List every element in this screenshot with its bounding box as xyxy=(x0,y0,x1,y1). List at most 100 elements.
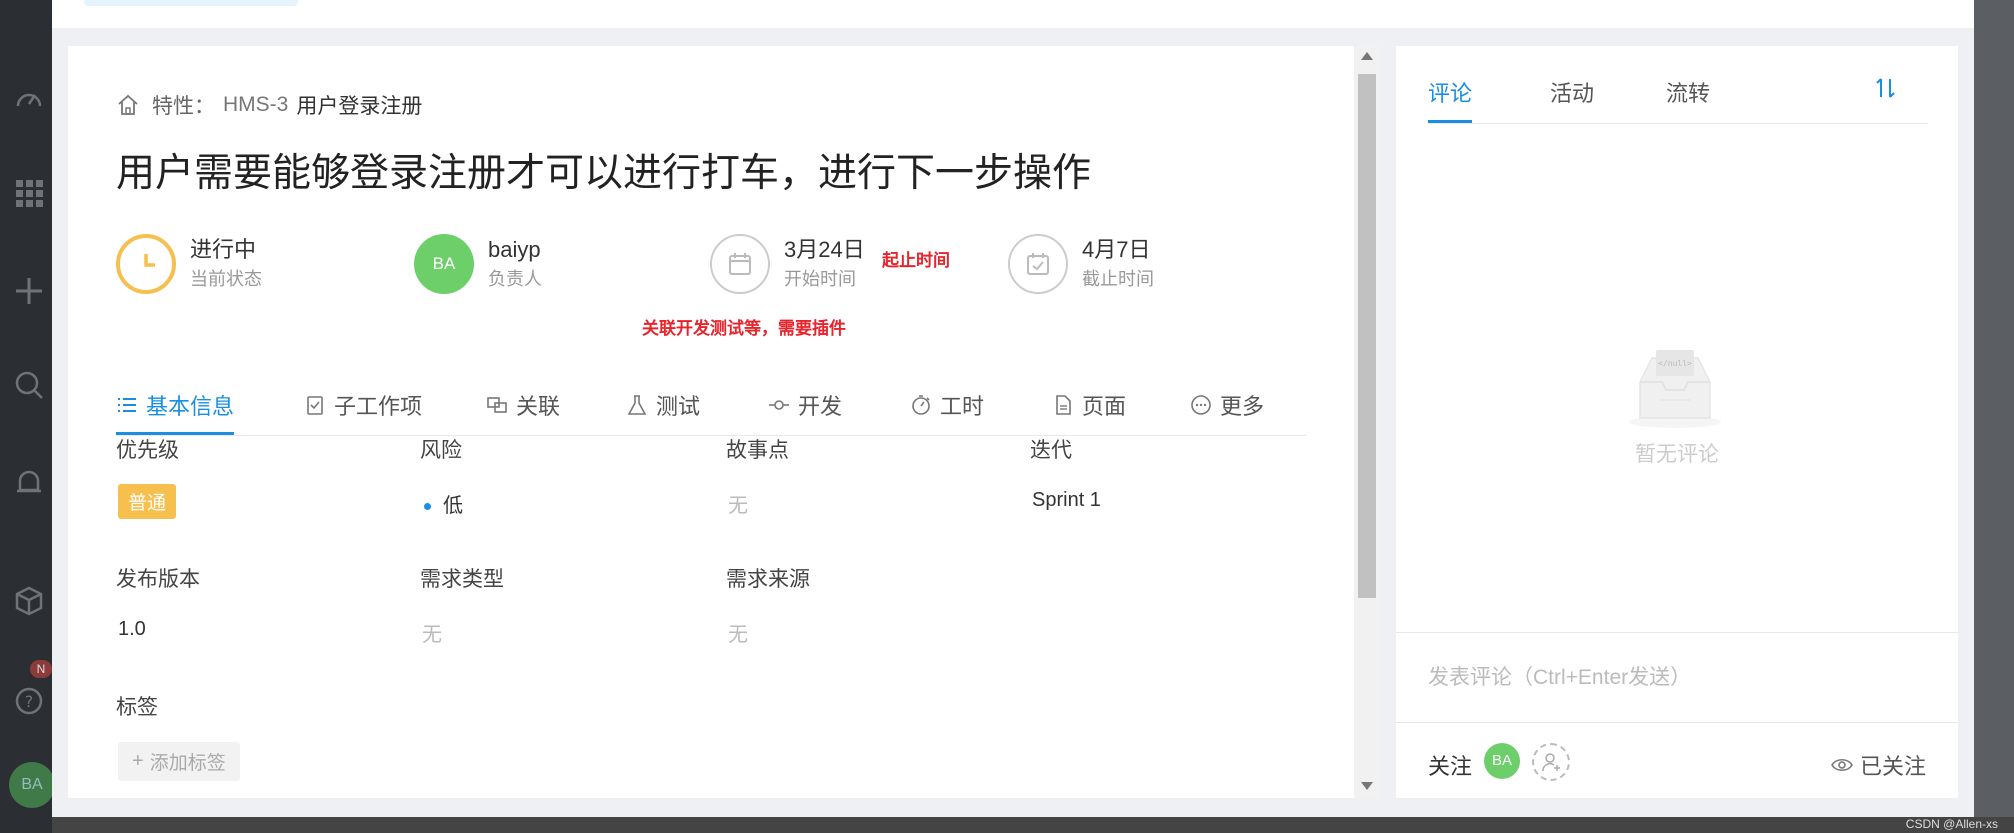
status-value: 进行中 xyxy=(190,237,257,262)
priority-tag[interactable]: 普通 xyxy=(118,484,177,519)
comment-input[interactable]: 发表评论（Ctrl+Enter发送） xyxy=(1396,632,1958,722)
detail-panel: 特性： HMS-3 用户登录注册 用户需要能够登录注册才可以进行打车，进行下一步… xyxy=(68,46,1354,798)
scroll-down-icon[interactable] xyxy=(1361,782,1373,790)
tab-label: 工时 xyxy=(940,394,985,419)
req-type-value[interactable]: 无 xyxy=(422,618,442,647)
work-item-modal: 特性： HMS-3 用户登录注册 用户需要能够登录注册才可以进行打车，进行下一步… xyxy=(52,0,1974,817)
follow-bar: 关注 BA 已关注 xyxy=(1396,722,1958,798)
add-follower-icon[interactable] xyxy=(1532,743,1570,781)
stopwatch-icon xyxy=(912,395,930,415)
end-date-meta[interactable]: 4月7日 截止时间 xyxy=(1008,232,1154,296)
more-icon xyxy=(1191,395,1211,415)
clock-icon xyxy=(116,234,176,294)
cube-icon[interactable] xyxy=(14,586,44,616)
background-sidebar: ? N BA xyxy=(0,0,55,833)
calendar-check-icon xyxy=(1008,234,1068,294)
start-date-label: 开始时间 xyxy=(784,269,856,289)
tab-more[interactable]: 更多 xyxy=(1190,388,1264,422)
flask-icon xyxy=(627,395,647,415)
followed-label: 已关注 xyxy=(1859,754,1926,779)
comment-placeholder: 发表评论（Ctrl+Enter发送） xyxy=(1428,666,1692,689)
detail-tabs: 基本信息 子工作项 关联 测试 开发 工时 页面 更多 xyxy=(116,372,1306,436)
scroll-thumb[interactable] xyxy=(1358,74,1376,598)
risk-text: 低 xyxy=(443,495,463,517)
tab-development[interactable]: 开发 xyxy=(768,388,842,422)
watermark: CSDN @Allen-xs xyxy=(1905,817,1998,831)
breadcrumb-type: 特性： xyxy=(152,95,215,118)
tab-label: 开发 xyxy=(798,394,843,419)
clipboard-check-icon xyxy=(307,396,323,415)
svg-text:</null>: </null> xyxy=(1658,359,1692,368)
owner-meta[interactable]: BA baiyp 负责人 xyxy=(414,232,542,296)
follower-avatar[interactable]: BA xyxy=(1484,743,1520,779)
followed-button[interactable]: 已关注 xyxy=(1830,749,1926,781)
tab-label: 测试 xyxy=(656,394,701,419)
apps-grid-icon[interactable] xyxy=(14,178,44,208)
tags-label: 标签 xyxy=(116,696,158,719)
tab-sub-items[interactable]: 子工作项 xyxy=(304,388,422,422)
date-range-annotation: 起止时间 xyxy=(882,251,950,270)
release-value[interactable]: 1.0 xyxy=(118,618,146,641)
svg-text:?: ? xyxy=(25,692,34,711)
comments-panel: 评论 活动 流转 </null> 暂无评论 发表评论（Ctrl+Enter发送）… xyxy=(1396,46,1958,798)
sort-icon[interactable] xyxy=(1874,76,1898,106)
plus-icon[interactable] xyxy=(14,276,44,306)
link-icon xyxy=(487,397,507,413)
plus-icon: + xyxy=(132,750,144,772)
bell-icon[interactable] xyxy=(14,468,44,498)
risk-dot-icon xyxy=(424,503,431,511)
owner-avatar: BA xyxy=(414,234,474,294)
tab-links[interactable]: 关联 xyxy=(486,388,560,422)
background-bottom-bar xyxy=(52,817,2014,833)
req-source-label: 需求来源 xyxy=(726,568,810,591)
user-avatar[interactable]: BA xyxy=(9,762,55,808)
follow-label: 关注 xyxy=(1428,754,1473,779)
detail-scrollbar[interactable] xyxy=(1354,46,1380,798)
breadcrumb: 特性： HMS-3 用户登录注册 xyxy=(116,90,422,120)
tab-worklog[interactable]: 工时 xyxy=(910,388,984,422)
status-meta[interactable]: 进行中 当前状态 xyxy=(116,232,262,296)
owner-label: 负责人 xyxy=(488,269,542,289)
document-icon xyxy=(1056,395,1071,415)
story-points-value[interactable]: 无 xyxy=(728,489,748,518)
tab-comments[interactable]: 评论 xyxy=(1428,76,1473,123)
tab-label: 页面 xyxy=(1082,394,1127,419)
scroll-up-icon[interactable] xyxy=(1361,52,1373,60)
tab-activity[interactable]: 活动 xyxy=(1550,76,1594,108)
tab-label: 子工作项 xyxy=(334,394,423,419)
tab-pages[interactable]: 页面 xyxy=(1052,388,1126,422)
breadcrumb-parent[interactable]: 用户登录注册 xyxy=(296,90,422,120)
commit-icon xyxy=(769,400,789,410)
req-source-value[interactable]: 无 xyxy=(728,618,748,647)
tab-label: 基本信息 xyxy=(146,394,235,419)
iteration-value[interactable]: Sprint 1 xyxy=(1032,489,1101,512)
breadcrumb-code[interactable]: HMS-3 xyxy=(223,93,288,117)
comment-tabs: 评论 活动 流转 xyxy=(1428,46,1928,124)
tab-flow[interactable]: 流转 xyxy=(1666,76,1710,108)
calendar-icon xyxy=(710,234,770,294)
background-right-edge xyxy=(1974,0,2014,833)
start-date-value: 3月24日 xyxy=(784,237,865,262)
dashboard-icon[interactable] xyxy=(14,84,44,114)
list-icon xyxy=(118,398,136,412)
risk-value[interactable]: 低 xyxy=(424,489,463,518)
add-tag-label: 添加标签 xyxy=(149,753,226,774)
search-icon[interactable] xyxy=(14,370,44,400)
notification-badge: N xyxy=(30,660,52,678)
story-points-label: 故事点 xyxy=(726,439,789,462)
header-tab-stub xyxy=(84,0,298,6)
tab-label: 更多 xyxy=(1220,394,1265,419)
start-date-meta[interactable]: 3月24日 开始时间 xyxy=(710,232,865,296)
help-icon[interactable]: ? xyxy=(14,686,44,716)
tab-label: 关联 xyxy=(516,394,561,419)
empty-comments-text: 暂无评论 xyxy=(1635,443,1719,466)
home-icon[interactable] xyxy=(116,93,140,117)
tab-basic-info[interactable]: 基本信息 xyxy=(116,388,235,435)
owner-value: baiyp xyxy=(488,237,541,262)
empty-inbox-icon: </null> xyxy=(1629,350,1721,428)
tab-testing[interactable]: 测试 xyxy=(626,388,700,422)
add-tag-button[interactable]: + 添加标签 xyxy=(118,742,240,781)
eye-icon xyxy=(1831,758,1853,772)
page-title[interactable]: 用户需要能够登录注册才可以进行打车，进行下一步操作 xyxy=(116,142,1091,198)
status-label: 当前状态 xyxy=(190,269,262,289)
